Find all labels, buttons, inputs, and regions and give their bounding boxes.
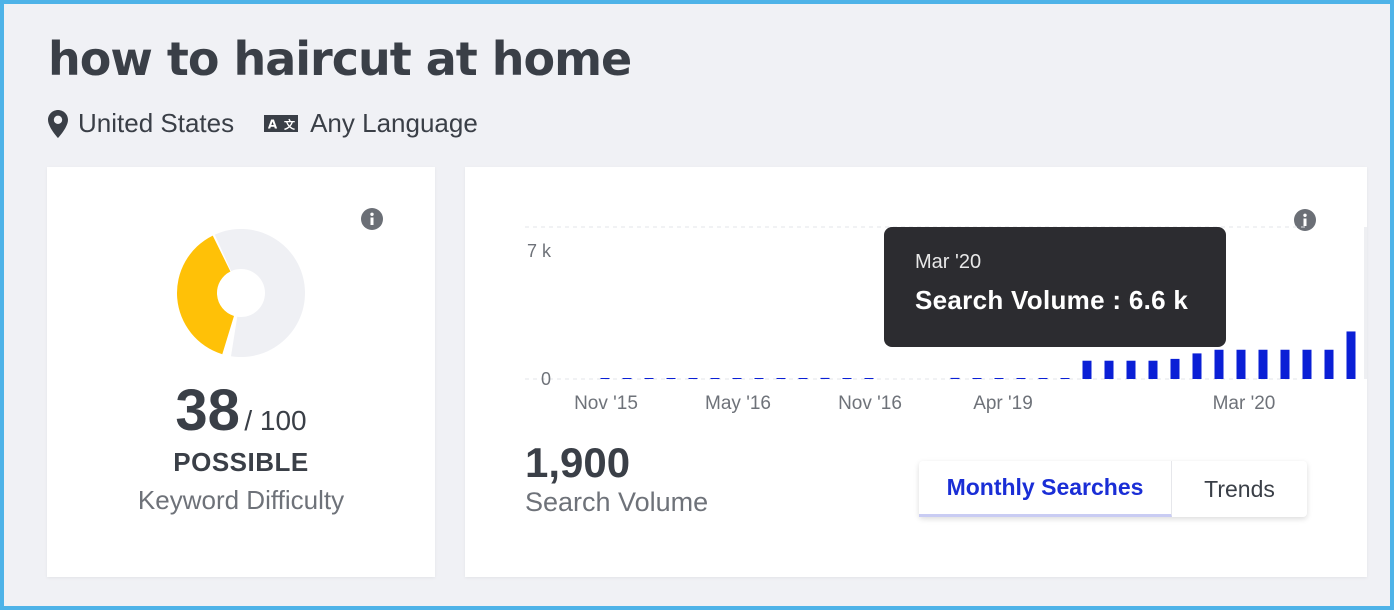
tooltip-value: Search Volume : 6.6 k bbox=[915, 285, 1189, 315]
chart-tooltip: Mar '20 Search Volume : 6.6 k bbox=[884, 227, 1226, 347]
chart-bar[interactable] bbox=[776, 378, 786, 379]
search-volume-label: Search Volume bbox=[525, 487, 709, 517]
x-tick-label: Apr '19 bbox=[973, 393, 1033, 414]
difficulty-score-value: 38 bbox=[175, 378, 240, 443]
tab-trends[interactable]: Trends bbox=[1172, 461, 1307, 517]
chart-bar[interactable] bbox=[950, 377, 960, 379]
page-title: how to haircut at home bbox=[48, 32, 632, 86]
chart-bar[interactable] bbox=[1302, 349, 1312, 379]
location-label: United States bbox=[78, 108, 235, 138]
chart-bar[interactable] bbox=[1258, 349, 1268, 379]
difficulty-score: 38 / 100 bbox=[47, 377, 435, 444]
chart-bar[interactable] bbox=[798, 378, 808, 379]
chart-bar[interactable] bbox=[600, 378, 610, 379]
svg-text:文: 文 bbox=[284, 117, 296, 131]
chart-bar[interactable] bbox=[842, 378, 852, 379]
chart-bar[interactable] bbox=[1016, 378, 1026, 379]
chart-bar[interactable] bbox=[1082, 360, 1092, 379]
x-tick-label: Mar '20 bbox=[1213, 393, 1276, 414]
y-tick-label: 0 bbox=[541, 369, 551, 389]
difficulty-label: Keyword Difficulty bbox=[137, 485, 345, 515]
chart-bar[interactable] bbox=[1038, 378, 1048, 379]
difficulty-gauge bbox=[176, 229, 305, 357]
difficulty-level: POSSIBLE bbox=[173, 447, 309, 477]
x-tick-label: Nov '15 bbox=[574, 393, 638, 414]
svg-text:A: A bbox=[268, 117, 278, 131]
tab-monthly-searches[interactable]: Monthly Searches bbox=[919, 461, 1172, 517]
chart-bar[interactable] bbox=[710, 378, 720, 379]
chart-bar[interactable] bbox=[820, 377, 830, 379]
keyword-meta: United States A 文 Any Language bbox=[48, 108, 508, 139]
view-toggle: Monthly Searches Trends bbox=[919, 461, 1307, 517]
chart-bar[interactable] bbox=[1104, 360, 1114, 379]
difficulty-score-max: / 100 bbox=[244, 405, 307, 436]
language-filter[interactable]: A 文 Any Language bbox=[264, 108, 478, 139]
chart-bar[interactable] bbox=[644, 378, 654, 379]
language-label: Any Language bbox=[310, 108, 478, 138]
chart-bar[interactable] bbox=[622, 378, 632, 379]
tooltip-date: Mar '20 bbox=[915, 251, 982, 273]
chart-bar[interactable] bbox=[864, 378, 874, 379]
chart-bar[interactable] bbox=[666, 378, 676, 379]
chart-bar[interactable] bbox=[1280, 349, 1290, 379]
chart-bar[interactable] bbox=[1192, 353, 1202, 379]
chart-bar[interactable] bbox=[1346, 331, 1356, 379]
chart-bar[interactable] bbox=[1126, 360, 1136, 379]
location-filter[interactable]: United States bbox=[48, 108, 234, 139]
location-pin-icon bbox=[48, 109, 68, 138]
chart-bar[interactable] bbox=[1170, 358, 1180, 379]
chart-bar[interactable] bbox=[688, 378, 698, 379]
keyword-difficulty-card: 38 / 100 POSSIBLE Keyword Difficulty bbox=[47, 167, 435, 577]
gauge-track bbox=[214, 229, 305, 357]
y-tick-label: 7 k bbox=[527, 241, 552, 261]
chart-bar[interactable] bbox=[1060, 378, 1070, 379]
chart-bar[interactable] bbox=[1236, 349, 1246, 379]
search-volume-card: 7 k 0 Nov '15 May '16 Nov '16 Apr '19 Mar '20 … bbox=[465, 167, 1367, 577]
x-tick-label: May '16 bbox=[705, 393, 771, 414]
chart-bar[interactable] bbox=[1324, 349, 1334, 379]
info-icon[interactable] bbox=[361, 208, 383, 230]
translate-icon: A 文 bbox=[264, 114, 299, 132]
chart-bar[interactable] bbox=[732, 378, 742, 379]
highlight-column bbox=[1364, 227, 1367, 379]
chart-bar[interactable] bbox=[972, 378, 982, 379]
x-tick-label: Nov '16 bbox=[838, 393, 902, 414]
search-volume-value: 1,900 bbox=[525, 439, 631, 486]
chart-bar[interactable] bbox=[754, 378, 764, 379]
chart-bar[interactable] bbox=[1148, 360, 1158, 379]
chart-bar[interactable] bbox=[994, 378, 1004, 379]
chart-bar[interactable] bbox=[1214, 349, 1224, 379]
